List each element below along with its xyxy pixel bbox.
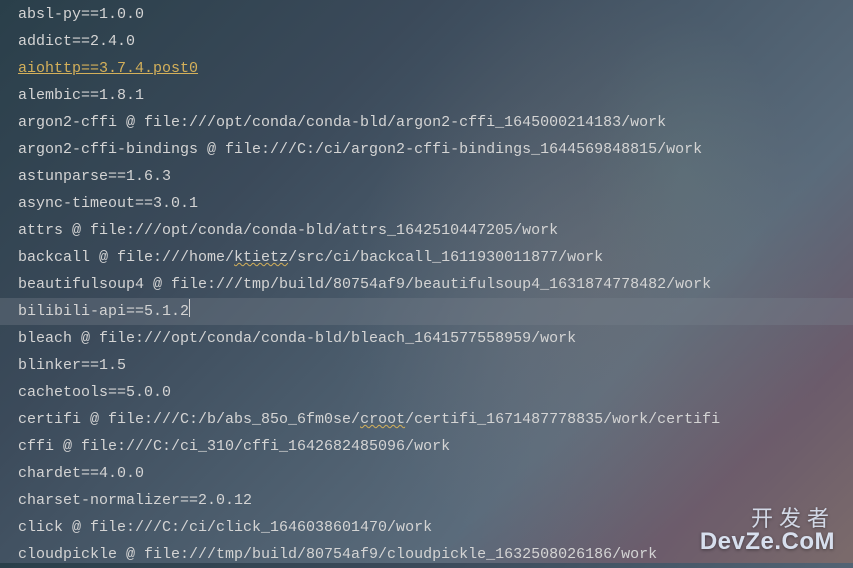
requirements-file-content: absl-py==1.0.0 addict==2.4.0 aiohttp==3.7.… [18, 1, 853, 568]
code-line[interactable]: cachetools==5.0.0 [18, 379, 853, 406]
code-line[interactable]: argon2-cffi-bindings @ file:///C:/ci/arg… [18, 136, 853, 163]
code-line[interactable]: cloudpickle @ file:///tmp/build/80754af9… [18, 541, 853, 568]
code-text: backcall @ file:///home/ [18, 249, 234, 266]
code-line[interactable]: async-timeout==3.0.1 [18, 190, 853, 217]
code-text: click @ file:///C:/ci/click_164603860147… [18, 519, 432, 536]
code-text: argon2-cffi @ file:///opt/conda/conda-bl… [18, 114, 666, 131]
code-line[interactable]: click @ file:///C:/ci/click_164603860147… [18, 514, 853, 541]
code-line[interactable]: beautifulsoup4 @ file:///tmp/build/80754… [18, 271, 853, 298]
spell-squiggle: ktietz [234, 249, 288, 266]
code-line[interactable]: astunparse==1.6.3 [18, 163, 853, 190]
code-text: bilibili-api==5.1.2 [18, 303, 189, 320]
code-line[interactable]: certifi @ file:///C:/b/abs_85o_6fm0se/cr… [18, 406, 853, 433]
code-text: charset-normalizer==2.0.12 [18, 492, 252, 509]
code-text: alembic==1.8.1 [18, 87, 144, 104]
code-text: /src/ci/backcall_1611930011877/work [288, 249, 603, 266]
spell-squiggle: croot [360, 411, 405, 428]
code-text: cloudpickle @ file:///tmp/build/80754af9… [18, 546, 657, 563]
code-text: cffi @ file:///C:/ci_310/cffi_1642682485… [18, 438, 450, 455]
code-line[interactable]: backcall @ file:///home/ktietz/src/ci/ba… [18, 244, 853, 271]
code-line[interactable]: absl-py==1.0.0 [18, 1, 853, 28]
code-text: bleach @ file:///opt/conda/conda-bld/ble… [18, 330, 576, 347]
text-cursor [189, 299, 190, 317]
code-line[interactable]: blinker==1.5 [18, 352, 853, 379]
code-text: chardet==4.0.0 [18, 465, 144, 482]
code-line[interactable]: aiohttp==3.7.4.post0 [18, 55, 853, 82]
package-link[interactable]: aiohttp==3.7.4.post0 [18, 60, 198, 77]
code-text: addict==2.4.0 [18, 33, 135, 50]
code-line[interactable]: chardet==4.0.0 [18, 460, 853, 487]
code-text: attrs @ file:///opt/conda/conda-bld/attr… [18, 222, 558, 239]
code-line[interactable]: charset-normalizer==2.0.12 [18, 487, 853, 514]
code-line[interactable]: bilibili-api==5.1.2 [0, 298, 853, 325]
code-text: beautifulsoup4 @ file:///tmp/build/80754… [18, 276, 711, 293]
code-text: argon2-cffi-bindings @ file:///C:/ci/arg… [18, 141, 702, 158]
code-text: certifi @ file:///C:/b/abs_85o_6fm0se/ [18, 411, 360, 428]
code-text: cachetools==5.0.0 [18, 384, 171, 401]
code-line[interactable]: cffi @ file:///C:/ci_310/cffi_1642682485… [18, 433, 853, 460]
code-line[interactable]: attrs @ file:///opt/conda/conda-bld/attr… [18, 217, 853, 244]
code-text: async-timeout==3.0.1 [18, 195, 198, 212]
code-text: /certifi_1671487778835/work/certifi [405, 411, 720, 428]
code-line[interactable]: argon2-cffi @ file:///opt/conda/conda-bl… [18, 109, 853, 136]
code-line[interactable]: addict==2.4.0 [18, 28, 853, 55]
code-line[interactable]: alembic==1.8.1 [18, 82, 853, 109]
code-line[interactable]: bleach @ file:///opt/conda/conda-bld/ble… [18, 325, 853, 352]
code-text: blinker==1.5 [18, 357, 126, 374]
code-text: astunparse==1.6.3 [18, 168, 171, 185]
code-text: absl-py==1.0.0 [18, 6, 144, 23]
